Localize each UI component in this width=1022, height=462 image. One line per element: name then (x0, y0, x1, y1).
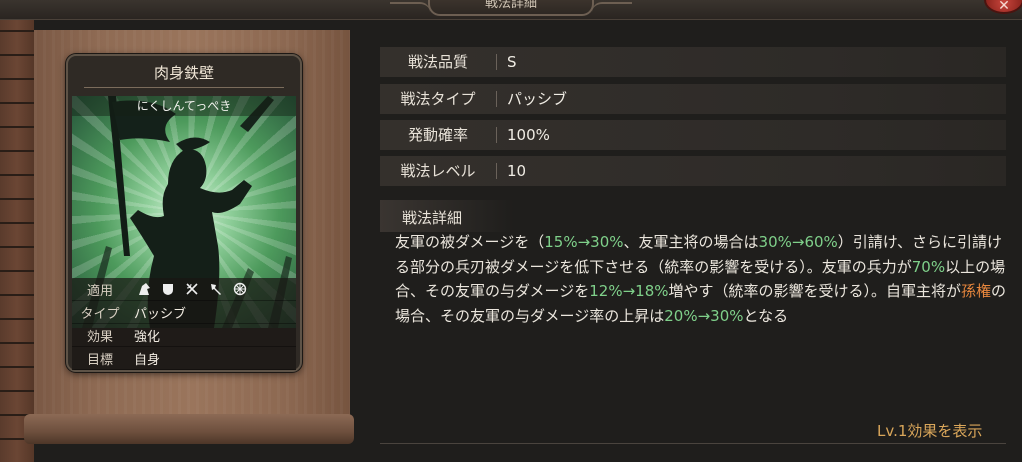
info-value: 強化 (134, 329, 161, 345)
stat-row-activation-rate: 発動確率 100% (380, 120, 1006, 150)
crossed-bows-icon (184, 281, 200, 297)
window-title-plaque: 戦法詳細 (428, 0, 594, 16)
stat-row-quality: 戦法品質 S (380, 47, 1006, 77)
info-row-target: 目標 自身 (72, 347, 296, 370)
desc-value: 15%→30% (544, 233, 624, 251)
desc-text: 友軍の被ダメージを（ (395, 233, 545, 251)
info-label: 効果 (86, 329, 113, 345)
desc-text: 、友軍主将の場合は (623, 233, 759, 251)
info-label: タイプ (80, 306, 120, 322)
detail-bottom-divider (380, 443, 1006, 444)
stat-divider (496, 91, 497, 107)
unit-type-icons (128, 281, 248, 297)
plaque-ornament-right (592, 2, 632, 14)
skill-reading: にくしんてっぺき (72, 96, 296, 116)
stat-divider (496, 163, 497, 179)
desc-text: 増やす（統率の影響を受ける）。自軍主将が (668, 282, 962, 300)
wheel-icon (232, 281, 248, 297)
stat-label: 戦法レベル (400, 162, 476, 180)
cavalry-icon (136, 281, 152, 297)
info-label: 目標 (86, 352, 113, 368)
stat-value: 10 (507, 162, 527, 180)
detail-header: 戦法詳細 (380, 200, 514, 232)
desc-value: 30%→60% (758, 233, 838, 251)
desc-text: となる (743, 306, 789, 325)
window-title: 戦法詳細 (484, 0, 537, 11)
stat-label: 発動確率 (407, 126, 468, 144)
close-icon[interactable]: ✕ (998, 0, 1010, 14)
stat-value: S (507, 53, 517, 71)
info-label: 適用 (86, 283, 113, 299)
info-row-effect: 効果 強化 (72, 324, 296, 347)
skill-name: 肉身鉄壁 (153, 64, 214, 82)
desc-general-name: 孫権 (961, 282, 992, 300)
detail-heading: 戦法詳細 (402, 209, 463, 227)
stat-label: 戦法タイプ (400, 90, 476, 108)
info-value: 自身 (134, 352, 161, 368)
stat-value: 100% (507, 126, 550, 144)
stat-value: パッシブ (507, 90, 568, 108)
card-title-divider (84, 87, 284, 88)
brick-pillar (0, 20, 34, 462)
stat-row-level: 戦法レベル 10 (380, 156, 1006, 186)
spear-icon (208, 281, 224, 297)
plaque-ornament-left (390, 2, 430, 14)
skill-description: 友軍の被ダメージを（15%→30%、友軍主将の場合は30%→60%）引請け、さら… (395, 230, 1011, 328)
desc-value: 20%→30% (664, 306, 744, 325)
shield-icon (160, 281, 176, 297)
skill-card: 肉身鉄壁 にくしんてっぺき 適用 タイプ パッシブ 効果 強化 目標 自身 (66, 54, 302, 372)
stat-divider (496, 54, 497, 70)
scroll-roll (24, 414, 354, 444)
info-value: パッシブ (134, 306, 187, 322)
stat-divider (496, 127, 497, 143)
info-row-type: タイプ パッシブ (72, 301, 296, 324)
info-row-applicable: 適用 (72, 278, 296, 301)
stat-row-type: 戦法タイプ パッシブ (380, 84, 1006, 114)
show-lv1-effect-link[interactable]: Lv.1効果を表示 (877, 420, 982, 441)
desc-value: 70% (911, 257, 946, 276)
skill-info-table: 適用 タイプ パッシブ 効果 強化 目標 自身 (72, 278, 296, 370)
stat-label: 戦法品質 (407, 53, 468, 71)
desc-value: 12%→18% (589, 282, 669, 300)
